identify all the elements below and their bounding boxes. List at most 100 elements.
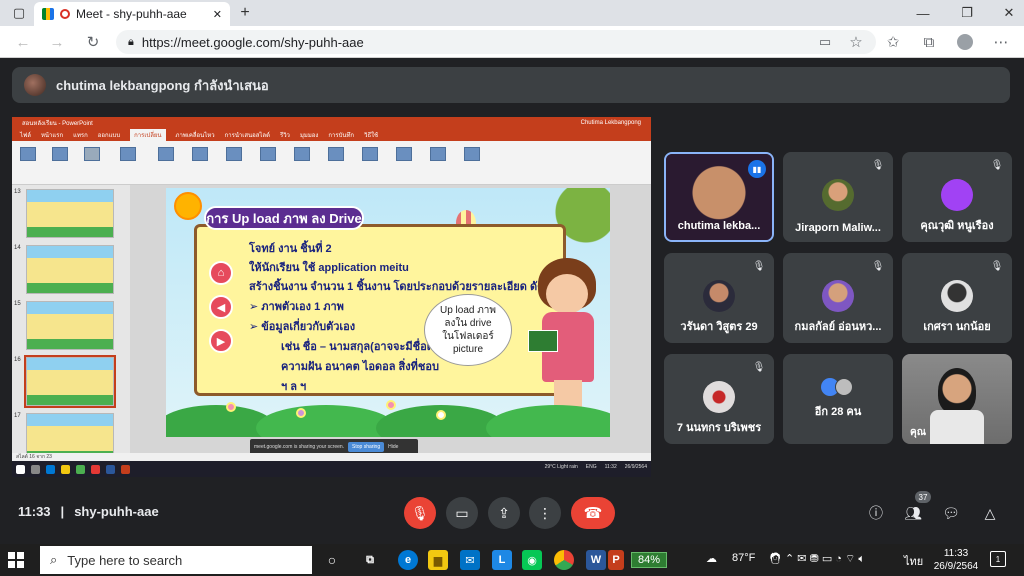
meeting-code: shy-puhh-aae [74, 504, 159, 519]
participant-tile-chutima[interactable]: ▮▮ chutima lekba... [664, 152, 774, 242]
file-explorer-icon[interactable]: ▆ [428, 550, 448, 570]
camera-indicator-icon[interactable]: ▭ [814, 32, 836, 52]
weather-icon[interactable]: ☁ [706, 552, 717, 565]
meeting-time: 11:33 [18, 504, 51, 519]
word-icon [106, 464, 115, 474]
taskbar-search[interactable]: ⌕ Type here to search [40, 546, 312, 574]
home-icon: ⌂ [209, 261, 233, 285]
participant-name: Jiraporn Maliw... [795, 222, 881, 234]
speech-bubble: Up load ภาพ ลงใน drive ในโฟลเดอร์ pictur… [424, 294, 512, 366]
tray-icons[interactable]: 🧑︎ ⌃ ✉ ⛃ ▭ ◔ ⌔ 🔈︎ [768, 552, 865, 566]
info-icon: ⓘ [869, 505, 883, 521]
tab-close-icon[interactable]: ✕ [213, 8, 222, 21]
self-video [938, 368, 976, 414]
slide-thumbnail[interactable] [26, 189, 114, 238]
thumb-number: 16 [14, 357, 21, 363]
stop-sharing-button[interactable]: Stop sharing [348, 442, 385, 452]
avatar [822, 280, 854, 312]
people-button[interactable]: 👥︎ [903, 503, 923, 523]
mic-off-icon: 🎙︎ [990, 260, 1004, 272]
forward-icon[interactable]: → [46, 32, 68, 52]
address-bar: ← → ↻ 🔒︎ https://meet.google.com/shy-puh… [0, 26, 1024, 58]
profile-avatar[interactable] [954, 32, 976, 52]
ribbon-icon [52, 147, 68, 161]
notification-center-icon[interactable]: 1 [990, 551, 1006, 567]
app-l-icon[interactable]: L [492, 550, 512, 570]
mail-icon[interactable]: ✉ [460, 550, 480, 570]
taskbar-clock[interactable]: 11:33 26/9/2564 [928, 547, 984, 573]
window-close-icon[interactable]: ✕ [994, 3, 1024, 23]
participant-name: กมลกัลย์ อ่อนหว... [794, 321, 882, 333]
meet-favicon-icon [42, 8, 54, 20]
participant-tile[interactable]: 🎙︎ เกศรา นกน้อย [902, 253, 1012, 343]
start-icon [16, 464, 25, 474]
url-field[interactable]: 🔒︎ https://meet.google.com/shy-puhh-aae [116, 30, 876, 54]
slide-thumbnail[interactable] [26, 245, 114, 294]
pp-tab: หน้าแรก [40, 133, 64, 139]
slide-thumbnail[interactable] [26, 301, 114, 350]
participant-tile[interactable]: 🎙︎ วรันดา วิสูตร 29 [664, 253, 774, 343]
maximize-icon[interactable]: ❐ [952, 3, 982, 23]
favorites-icon[interactable]: ✩ [882, 32, 904, 52]
participant-tile[interactable]: 🎙︎ กมลกัลย์ อ่อนหว... [783, 253, 893, 343]
bush-illustration [486, 405, 610, 437]
browser-tab-meet[interactable]: Meet - shy-puhh-aae ✕ [34, 2, 230, 26]
present-button[interactable]: ⇪ [488, 497, 520, 529]
camera-icon: ▭ [455, 504, 469, 521]
hide-button[interactable]: Hide [388, 444, 398, 450]
mic-off-button[interactable]: 🎙︎ [404, 497, 436, 529]
battery-indicator[interactable]: 84% [631, 552, 667, 568]
participant-name: วรันดา วิสูตร 29 [680, 321, 758, 333]
tab-actions-icon[interactable]: ▢ [4, 3, 34, 23]
reload-icon[interactable]: ↻ [82, 32, 104, 52]
collections-icon[interactable]: ⧉ [918, 32, 940, 52]
minimize-icon[interactable]: — [908, 3, 938, 23]
more-vert-icon: ⋮ [538, 504, 552, 521]
shared-screen[interactable]: สอนหลังเรียน - PowerPoint Chutima Lekban… [12, 117, 651, 477]
edge-icon[interactable]: e [398, 550, 418, 570]
bubble-line: ลงใน drive [444, 318, 492, 329]
line-icon[interactable]: ◉ [522, 550, 542, 570]
chat-button[interactable]: 💬︎ [941, 503, 961, 523]
temperature[interactable]: 87°F [732, 552, 755, 564]
leave-call-button[interactable]: ☎ [571, 497, 615, 529]
pp-tab: การบันทึก [328, 133, 355, 139]
browser-tab-bar: ▢ Meet - shy-puhh-aae ✕ + — ❐ ✕ [0, 0, 1024, 26]
word-icon[interactable]: W [586, 550, 606, 570]
chrome-icon[interactable] [554, 550, 574, 570]
participant-tile[interactable]: 🎙︎ Jiraporn Maliw... [783, 152, 893, 242]
back-arrow-icon: ◀ [209, 295, 233, 319]
back-icon[interactable]: ← [12, 32, 34, 52]
slide-thumbnail-selected[interactable] [24, 355, 116, 408]
browser-menu-icon[interactable]: ⋯ [990, 32, 1012, 52]
participant-tile[interactable]: 🎙︎ คุณวุฒิ หนูเรือง [902, 152, 1012, 242]
task-view-icon[interactable]: ⧉ [360, 550, 380, 570]
participant-tile[interactable]: 🎙︎ 7 นนทกร บริเพชร [664, 354, 774, 444]
lock-icon: 🔒︎ [128, 35, 134, 48]
activities-button[interactable]: △ [980, 503, 1000, 523]
favorite-add-icon[interactable]: ☆ [845, 32, 867, 52]
mic-off-icon: 🎙︎ [411, 504, 429, 521]
slide-line: ➢ ภาพตัวเอง 1 ภาพ [249, 301, 344, 313]
windows-start-icon[interactable] [8, 552, 24, 568]
more-options-button[interactable]: ⋮ [529, 497, 561, 529]
girl-legs [554, 380, 582, 408]
bush-illustration [256, 405, 396, 437]
cortana-icon[interactable]: ○ [322, 550, 342, 570]
camera-button[interactable]: ▭ [446, 497, 478, 529]
powerpoint-ribbon-tabs: ไฟล์ หน้าแรก แทรก ออกแบบ การเปลี่ยน ภาพเ… [12, 129, 651, 141]
more-participants-tile[interactable]: อีก 28 คน [783, 354, 893, 444]
meeting-details-button[interactable]: ⓘ [866, 503, 886, 523]
flower-icon [226, 402, 236, 412]
powerpoint-icon[interactable]: P [608, 550, 624, 570]
pp-tab: ออกแบบ [97, 133, 121, 139]
self-view-tile[interactable]: คุณ [902, 354, 1012, 444]
folder-icon [61, 464, 70, 474]
presenter-bar: chutima lekbangpong กำลังนำเสนอ [12, 67, 1010, 103]
new-tab-button[interactable]: + [230, 3, 260, 23]
chrome-icon [91, 464, 100, 474]
clock-time: 11:33 [943, 548, 969, 559]
activities-icon: △ [984, 504, 996, 521]
search-placeholder: Type here to search [67, 552, 183, 568]
input-language[interactable]: ไทย [904, 552, 923, 570]
